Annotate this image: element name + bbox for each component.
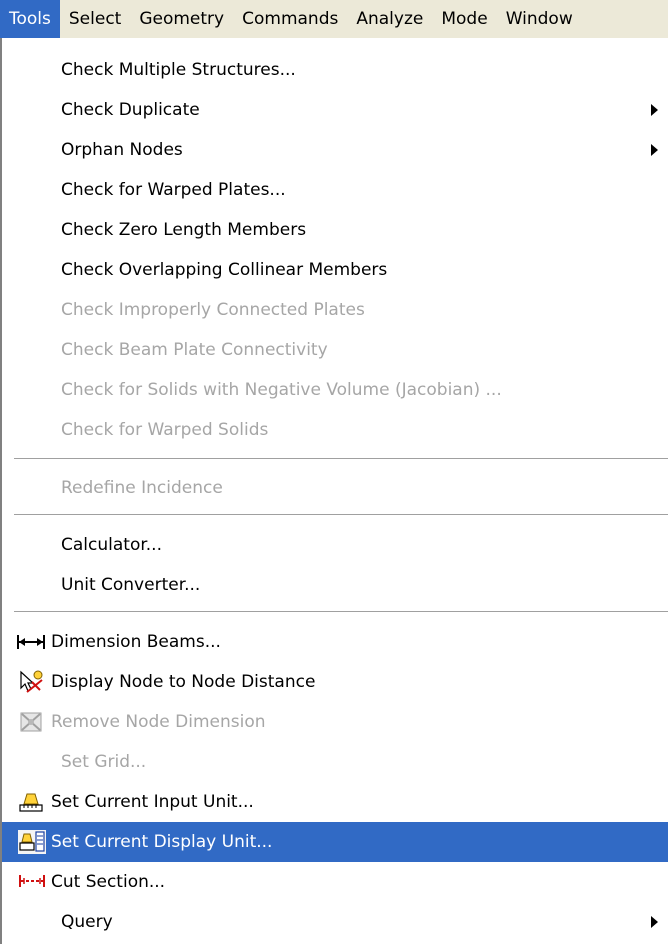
menu-item-label: Check for Warped Plates... xyxy=(61,180,286,200)
menu-item-label: Query xyxy=(61,912,113,932)
menu-item-remove-node-dimension: Remove Node Dimension xyxy=(2,702,668,742)
menu-item-label: Set Current Input Unit... xyxy=(51,792,254,812)
menu-item-check-improperly-connected-plates: Check Improperly Connected Plates xyxy=(2,290,668,330)
menu-item-label: Display Node to Node Distance xyxy=(51,672,316,692)
menu-item-check-duplicate[interactable]: Check Duplicate xyxy=(2,90,668,130)
menu-item-query[interactable]: Query xyxy=(2,902,668,942)
menu-commands[interactable]: Commands xyxy=(233,0,347,38)
menu-item-set-grid: Set Grid... xyxy=(2,742,668,782)
dimension-beams-icon xyxy=(17,635,45,649)
menu-separator xyxy=(14,611,668,613)
menubar: Tools Select Geometry Commands Analyze M… xyxy=(0,0,668,38)
menu-item-check-overlapping-collinear-members[interactable]: Check Overlapping Collinear Members xyxy=(2,250,668,290)
menu-item-check-multiple-structures[interactable]: Check Multiple Structures... xyxy=(2,50,668,90)
menu-select[interactable]: Select xyxy=(60,0,130,38)
menu-item-label: Unit Converter... xyxy=(61,575,201,595)
menu-item-calculator[interactable]: Calculator... xyxy=(2,525,668,565)
menu-item-label: Set Grid... xyxy=(61,752,147,772)
menu-item-check-zero-length-members[interactable]: Check Zero Length Members xyxy=(2,210,668,250)
menu-item-check-warped-plates[interactable]: Check for Warped Plates... xyxy=(2,170,668,210)
menu-item-label: Redefine Incidence xyxy=(61,478,223,498)
menu-item-label: Check Zero Length Members xyxy=(61,220,307,240)
menu-analyze[interactable]: Analyze xyxy=(347,0,432,38)
remove-dimension-icon xyxy=(20,712,42,732)
menu-item-unit-converter[interactable]: Unit Converter... xyxy=(2,565,668,605)
menu-item-label: Check Multiple Structures... xyxy=(61,60,296,80)
menu-item-label: Check for Warped Solids xyxy=(61,420,269,440)
menu-item-set-current-input-unit[interactable]: Set Current Input Unit... xyxy=(2,782,668,822)
menu-item-set-current-display-unit[interactable]: Set Current Display Unit... xyxy=(2,822,668,862)
menu-geometry[interactable]: Geometry xyxy=(130,0,233,38)
menu-item-label: Check Improperly Connected Plates xyxy=(61,300,365,320)
menu-item-dimension-beams[interactable]: Dimension Beams... xyxy=(2,622,668,662)
submenu-arrow-icon xyxy=(651,916,658,928)
menu-separator xyxy=(14,514,668,516)
menu-tools[interactable]: Tools xyxy=(0,0,60,38)
tools-dropdown-menu: Check Multiple Structures... Check Dupli… xyxy=(0,38,668,944)
menu-item-check-beam-plate-connectivity: Check Beam Plate Connectivity xyxy=(2,330,668,370)
menu-item-label: Check Overlapping Collinear Members xyxy=(61,260,388,280)
menu-mode[interactable]: Mode xyxy=(432,0,496,38)
menu-item-label: Set Current Display Unit... xyxy=(51,832,273,852)
menu-window[interactable]: Window xyxy=(497,0,582,38)
cut-section-icon xyxy=(19,875,45,887)
menu-item-label: Dimension Beams... xyxy=(51,632,221,652)
menu-item-label: Remove Node Dimension xyxy=(51,712,266,732)
menu-item-label: Cut Section... xyxy=(51,872,166,892)
menu-item-check-solids-negative-volume: Check for Solids with Negative Volume (J… xyxy=(2,370,668,410)
app-window: Tools Select Geometry Commands Analyze M… xyxy=(0,0,668,944)
menu-item-label: Check for Solids with Negative Volume (J… xyxy=(61,380,502,400)
menu-item-check-warped-solids: Check for Warped Solids xyxy=(2,410,668,450)
menu-item-orphan-nodes[interactable]: Orphan Nodes xyxy=(2,130,668,170)
menu-item-label: Orphan Nodes xyxy=(61,140,183,160)
submenu-arrow-icon xyxy=(651,104,658,116)
submenu-arrow-icon xyxy=(651,144,658,156)
node-distance-icon xyxy=(20,670,43,693)
menu-item-label: Check Duplicate xyxy=(61,100,200,120)
menu-item-label: Check Beam Plate Connectivity xyxy=(61,340,328,360)
menu-item-cut-section[interactable]: Cut Section... xyxy=(2,862,668,902)
input-unit-icon xyxy=(19,793,43,812)
menu-item-redefine-incidence: Redefine Incidence xyxy=(2,468,668,508)
menu-item-label: Calculator... xyxy=(61,535,162,555)
display-unit-icon xyxy=(18,830,46,854)
menu-separator xyxy=(14,458,668,460)
menu-item-display-node-distance[interactable]: Display Node to Node Distance xyxy=(2,662,668,702)
